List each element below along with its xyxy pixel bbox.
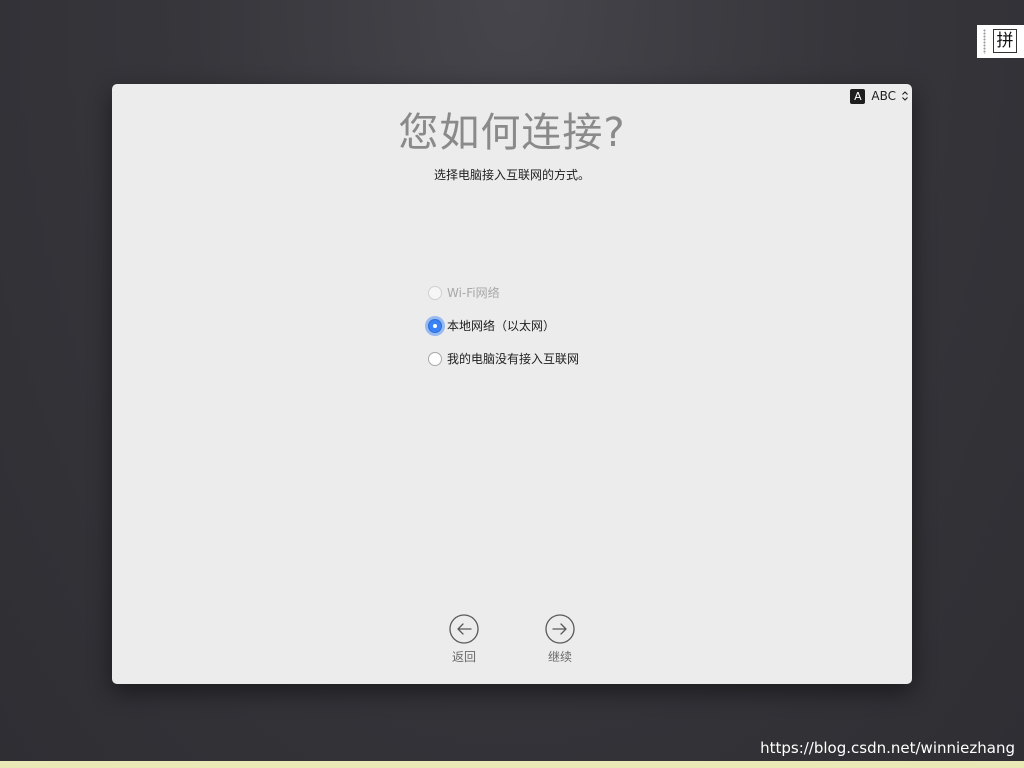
page-subtitle: 选择电脑接入互联网的方式。 — [433, 168, 590, 182]
continue-label[interactable]: 继续 — [538, 648, 582, 665]
wifi-radio — [428, 285, 442, 300]
option-label[interactable]: 我的电脑没有接入互联网 — [447, 350, 579, 367]
arrow-left-circle-icon[interactable] — [449, 614, 479, 644]
continue-button[interactable]: 继续 — [538, 614, 582, 665]
back-button[interactable]: 返回 — [442, 614, 486, 665]
ime-indicator[interactable]: 拼 — [977, 25, 1024, 58]
option-label[interactable]: 本地网络（以太网） — [447, 317, 555, 334]
option-ethernet[interactable]: 本地网络（以太网） — [428, 309, 579, 342]
ethernet-radio[interactable] — [428, 318, 442, 333]
arrow-right-circle-icon[interactable] — [545, 614, 575, 644]
option-wifi: Wi-Fi网络 — [428, 276, 579, 309]
page-title: 您如何连接? — [398, 110, 626, 156]
back-label[interactable]: 返回 — [442, 648, 486, 665]
pinyin-input-icon: 拼 — [993, 29, 1017, 53]
connection-options: Wi-Fi网络 本地网络（以太网） 我的电脑没有接入互联网 — [428, 276, 579, 375]
option-label: Wi-Fi网络 — [447, 286, 500, 300]
option-no-internet[interactable]: 我的电脑没有接入互联网 — [428, 342, 579, 375]
drag-handle-icon[interactable] — [983, 29, 986, 54]
watermark-url: https://blog.csdn.net/winniezhang — [760, 739, 1015, 757]
setup-assistant-window: A ABC 您如何连接? 选择电脑接入互联网的方式。 Wi-Fi网络 本地网络（… — [112, 84, 912, 684]
no-internet-radio[interactable] — [428, 351, 442, 366]
bottom-strip — [0, 761, 1024, 768]
